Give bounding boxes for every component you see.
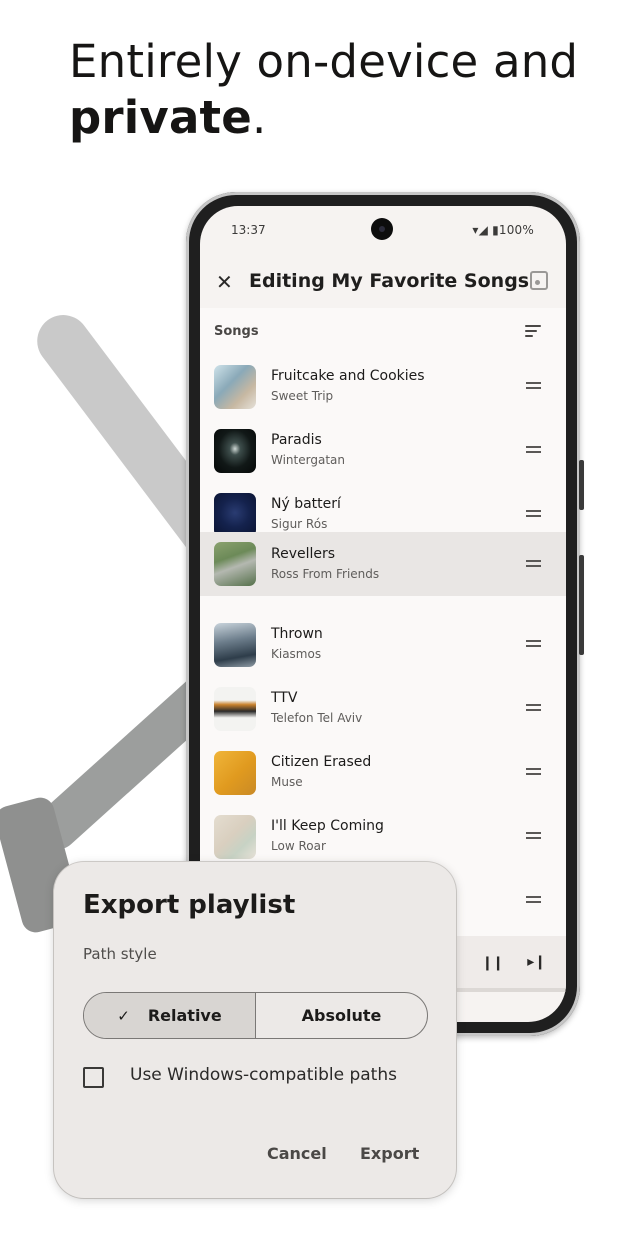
drag-handle-icon[interactable] (526, 768, 541, 778)
pause-icon[interactable]: ❙❙ (482, 955, 504, 971)
battery-level: 100% (498, 223, 534, 237)
absolute-label: Absolute (301, 1006, 382, 1025)
album-art (214, 751, 256, 795)
export-playlist-dialog: Export playlist Path style ✓ Relative Ab… (54, 862, 456, 1198)
song-title: Ný batterí (271, 496, 341, 512)
sort-icon[interactable] (525, 325, 541, 337)
song-artist: Telefon Tel Aviv (271, 711, 363, 725)
songs-section-header: Songs (200, 308, 566, 356)
list-item[interactable]: Thrown Kiasmos (200, 614, 566, 678)
list-item[interactable]: Citizen Erased Muse (200, 742, 566, 806)
list-item[interactable]: TTV Telefon Tel Aviv (200, 678, 566, 742)
song-title: Paradis (271, 432, 322, 448)
album-art (214, 429, 256, 473)
album-art (214, 365, 256, 409)
dialog-title: Export playlist (83, 890, 296, 920)
headline-line-2: private. (69, 90, 578, 146)
page-title: Editing My Favorite Songs (249, 270, 530, 292)
phone-side-button (579, 460, 584, 510)
song-artist: Low Roar (271, 839, 326, 853)
song-artist: Sweet Trip (271, 389, 334, 403)
front-camera (371, 218, 393, 240)
drag-handle-icon[interactable] (526, 446, 541, 456)
song-title: Revellers (271, 546, 336, 562)
song-artist: Ross From Friends (271, 567, 380, 581)
top-app-bar: ✕ Editing My Favorite Songs (200, 258, 566, 308)
song-title: Thrown (271, 626, 323, 642)
album-art (214, 493, 256, 537)
battery-icon: ▮ (492, 223, 499, 237)
song-title: TTV (271, 690, 298, 706)
headline-suffix: . (251, 91, 267, 144)
headline-line-1: Entirely on-device and (69, 35, 579, 88)
path-style-segmented-button: ✓ Relative Absolute (83, 992, 428, 1039)
path-style-label: Path style (83, 945, 157, 963)
windows-paths-checkbox[interactable] (83, 1067, 104, 1088)
section-label: Songs (214, 324, 259, 339)
album-art (214, 687, 256, 731)
status-bar: 13:37 ▾◢ ▮100% (200, 206, 566, 256)
drag-handle-icon[interactable] (526, 382, 541, 392)
relative-option[interactable]: ✓ Relative (84, 993, 256, 1038)
status-icons: ▾◢ ▮100% (472, 223, 534, 237)
song-artist: Muse (271, 775, 303, 789)
drag-handle-icon[interactable] (526, 896, 541, 906)
list-item[interactable]: I'll Keep Coming Low Roar (200, 806, 566, 870)
song-artist: Sigur Rós (271, 517, 328, 531)
drag-handle-icon[interactable] (526, 832, 541, 842)
status-time: 13:37 (231, 223, 266, 237)
headline: Entirely on-device and private. (69, 34, 578, 146)
song-artist: Wintergatan (271, 453, 345, 467)
save-icon[interactable] (530, 271, 548, 290)
drag-handle-icon[interactable] (526, 510, 541, 520)
list-item-dragging[interactable]: Revellers Ross From Friends (200, 532, 566, 596)
absolute-option[interactable]: Absolute (256, 993, 427, 1038)
export-button[interactable]: Export (360, 1144, 419, 1163)
headline-bold: private (69, 91, 252, 144)
list-item[interactable]: Fruitcake and Cookies Sweet Trip (200, 356, 566, 420)
close-icon[interactable]: ✕ (216, 270, 233, 294)
skip-next-icon[interactable]: ▸❙ (527, 954, 546, 970)
check-icon: ✓ (117, 1006, 130, 1025)
song-title: Citizen Erased (271, 754, 372, 770)
list-item[interactable]: Paradis Wintergatan (200, 420, 566, 484)
relative-label: Relative (147, 1006, 222, 1025)
drag-handle-icon[interactable] (526, 640, 541, 650)
cancel-button[interactable]: Cancel (267, 1144, 327, 1163)
drag-handle-icon[interactable] (526, 560, 541, 570)
album-art (214, 815, 256, 859)
song-title: Fruitcake and Cookies (271, 368, 425, 384)
song-title: I'll Keep Coming (271, 818, 384, 834)
windows-paths-label[interactable]: Use Windows-compatible paths (130, 1065, 397, 1085)
drag-handle-icon[interactable] (526, 704, 541, 714)
song-artist: Kiasmos (271, 647, 322, 661)
signal-icon: ◢ (478, 223, 489, 237)
phone-side-button (579, 555, 584, 655)
album-art (214, 542, 256, 586)
album-art (214, 623, 256, 667)
